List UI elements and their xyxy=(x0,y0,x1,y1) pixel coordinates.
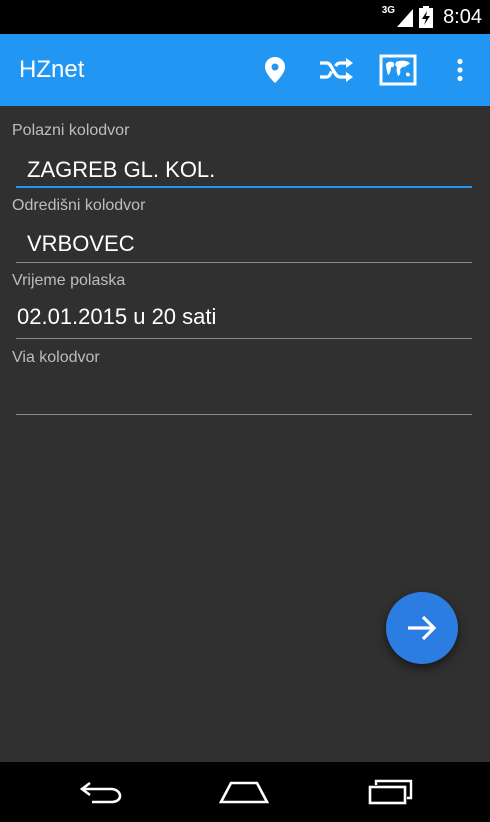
location-button[interactable] xyxy=(253,48,297,92)
location-pin-icon xyxy=(265,57,285,83)
back-button[interactable] xyxy=(56,762,146,822)
home-button[interactable] xyxy=(199,762,289,822)
departure-station-value: ZAGREB GL. KOL. xyxy=(27,157,216,182)
departure-station-underline xyxy=(16,186,472,188)
app-title: HZnet xyxy=(19,56,85,83)
status-time: 8:04 xyxy=(443,5,482,28)
destination-station-underline xyxy=(16,262,472,263)
via-station-label: Via kolodvor xyxy=(12,349,100,366)
network-type: 3G xyxy=(381,4,396,16)
recents-button[interactable] xyxy=(345,762,435,822)
via-station-underline xyxy=(16,414,472,415)
home-icon xyxy=(218,781,270,804)
search-connections-button[interactable] xyxy=(386,592,458,664)
shuffle-button[interactable] xyxy=(314,48,358,92)
map-button[interactable] xyxy=(376,48,420,92)
shuffle-icon xyxy=(320,58,353,82)
overflow-menu-icon xyxy=(457,58,463,82)
back-icon xyxy=(79,781,122,804)
departure-time-label: Vrijeme polaska xyxy=(12,272,126,289)
map-icon xyxy=(379,54,417,86)
destination-station-value: VRBOVEC xyxy=(27,231,135,256)
departure-time-value: 02.01.2015 u 20 sati xyxy=(17,304,217,329)
overflow-menu-button[interactable] xyxy=(438,48,482,92)
departure-time-underline xyxy=(16,338,472,339)
recents-icon xyxy=(368,779,413,805)
battery-charging-icon xyxy=(419,6,434,28)
navigation-bar xyxy=(0,762,490,822)
app-bar: HZnet xyxy=(0,34,490,106)
status-bar: 3G 8:04 xyxy=(0,0,490,34)
signal-icon xyxy=(397,9,414,27)
via-station-input[interactable] xyxy=(16,372,472,416)
destination-station-label: Odredišni kolodvor xyxy=(12,197,146,214)
status-icons: 3G 8:04 xyxy=(382,0,482,34)
arrow-right-icon xyxy=(408,615,437,641)
departure-station-label: Polazni kolodvor xyxy=(12,122,130,139)
